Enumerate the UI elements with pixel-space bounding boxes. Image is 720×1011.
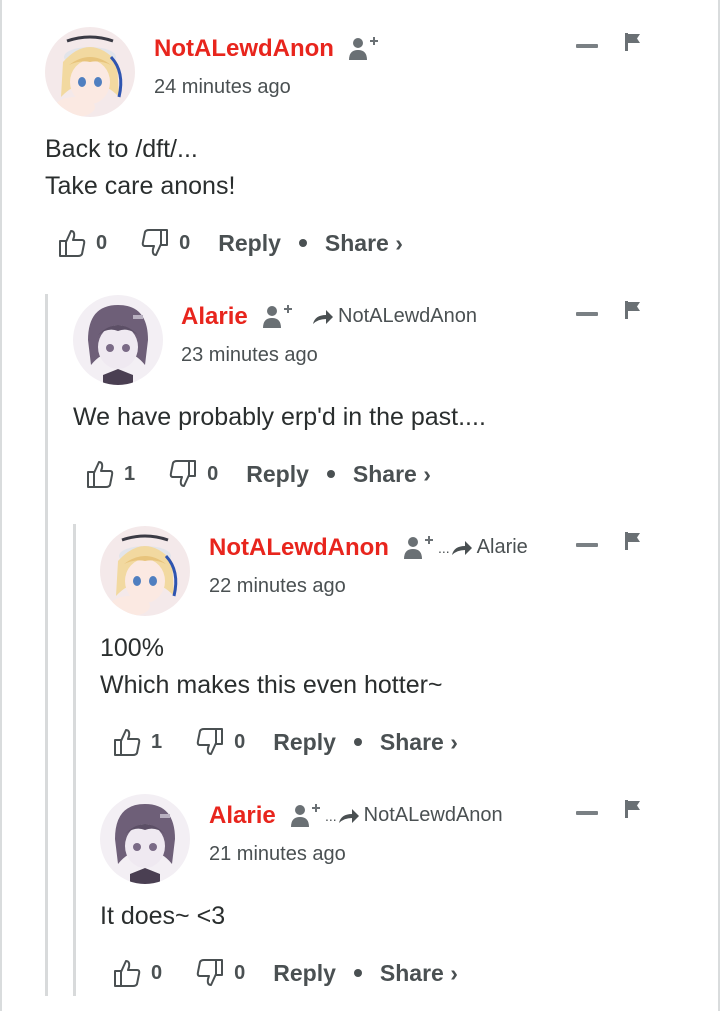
reply-button[interactable]: Reply (246, 461, 309, 488)
upvote-count: 0 (151, 961, 163, 984)
reply-arrow-icon (338, 808, 359, 823)
downvote-button[interactable]: 0 (169, 459, 218, 489)
downvote-button[interactable]: 0 (196, 727, 245, 757)
downvote-count: 0 (207, 462, 219, 485)
downvote-count: 0 (234, 961, 246, 984)
upvote-count: 0 (96, 231, 108, 254)
comment-actions: 0 0 Reply Share › (58, 226, 403, 260)
flag-icon[interactable] (625, 532, 641, 550)
reply-to-name: Alarie (476, 536, 528, 558)
avatar[interactable] (73, 295, 163, 385)
upvote-count: 1 (151, 730, 163, 753)
author-name[interactable]: NotALewdAnon (154, 35, 334, 63)
reply-to[interactable]: NotALewdAnon (312, 305, 477, 328)
follow-user-icon[interactable] (403, 533, 433, 561)
downvote-button[interactable]: 0 (141, 228, 190, 258)
comment-line: 100% (100, 634, 164, 662)
comment-line: We have probably erp'd in the past.... (73, 403, 486, 431)
follow-user-icon[interactable] (262, 302, 292, 330)
frame-border-left (0, 0, 2, 1011)
comment-body: We have probably erp'd in the past.... (73, 399, 486, 436)
collapse-icon[interactable] (576, 44, 598, 48)
comment-body: It does~ <3 (100, 898, 225, 935)
downvote-count: 0 (179, 231, 191, 254)
reply-to-name: NotALewdAnon (338, 305, 477, 327)
share-button[interactable]: Share › (380, 960, 458, 987)
collapse-icon[interactable] (576, 811, 598, 815)
comment-body: Back to /dft/... Take care anons! (45, 131, 235, 205)
author-name[interactable]: NotALewdAnon (209, 534, 389, 562)
flag-icon[interactable] (625, 33, 641, 51)
timestamp[interactable]: 24 minutes ago (154, 76, 291, 99)
author-name[interactable]: Alarie (209, 802, 276, 830)
comment-line: Take care anons! (45, 172, 236, 200)
avatar[interactable] (45, 27, 135, 117)
flag-icon[interactable] (625, 301, 641, 319)
thumbs-down-icon (196, 959, 224, 986)
thumbs-up-icon (59, 230, 86, 257)
reply-button[interactable]: Reply (273, 729, 336, 756)
downvote-button[interactable]: 0 (196, 958, 245, 988)
thumbs-down-icon (196, 728, 224, 755)
comment-actions: 1 0 Reply Share › (86, 457, 431, 491)
comment-actions: 0 0 Reply Share › (113, 956, 458, 990)
reply-to-name: NotALewdAnon (363, 804, 503, 826)
upvote-button[interactable]: 0 (58, 228, 107, 258)
thumbs-up-icon (114, 960, 141, 987)
upvote-button[interactable]: 1 (86, 459, 135, 489)
share-button[interactable]: Share › (380, 729, 458, 756)
avatar[interactable] (100, 526, 190, 616)
upvote-button[interactable]: 0 (113, 958, 162, 988)
reply-to[interactable]: ... Alarie (438, 536, 528, 559)
flag-icon[interactable] (625, 800, 641, 818)
timestamp[interactable]: 21 minutes ago (209, 843, 346, 866)
thumbs-down-icon (141, 229, 169, 256)
upvote-button[interactable]: 1 (113, 727, 162, 757)
collapse-icon[interactable] (576, 543, 598, 547)
thumbs-up-icon (87, 461, 114, 488)
comment-line: Which makes this even hotter~ (100, 671, 443, 699)
thumbs-up-icon (114, 729, 141, 756)
author-name[interactable]: Alarie (181, 303, 248, 331)
share-button[interactable]: Share › (353, 461, 431, 488)
separator-dot (353, 969, 362, 977)
share-button[interactable]: Share › (325, 230, 403, 257)
timestamp[interactable]: 23 minutes ago (181, 344, 318, 367)
follow-user-icon[interactable] (290, 801, 320, 829)
reply-to[interactable]: ... NotALewdAnon (325, 804, 503, 827)
follow-user-icon[interactable] (348, 34, 378, 62)
comment-actions: 1 0 Reply Share › (113, 725, 458, 759)
comment-body: 100% Which makes this even hotter~ (100, 630, 443, 704)
reply-button[interactable]: Reply (273, 960, 336, 987)
thread-line-level-2[interactable] (73, 524, 76, 996)
upvote-count: 1 (124, 462, 136, 485)
separator-dot (326, 470, 335, 478)
avatar[interactable] (100, 794, 190, 884)
timestamp[interactable]: 22 minutes ago (209, 575, 346, 598)
comment-line: It does~ <3 (100, 902, 226, 930)
thumbs-down-icon (169, 460, 197, 487)
comment-line: Back to /dft/... (45, 135, 198, 163)
reply-button[interactable]: Reply (218, 230, 281, 257)
reply-arrow-icon (313, 309, 333, 324)
downvote-count: 0 (234, 730, 246, 753)
separator-dot (353, 738, 362, 746)
reply-arrow-icon (451, 540, 472, 555)
separator-dot (298, 239, 307, 247)
thread-line-level-1[interactable] (45, 294, 48, 996)
collapse-icon[interactable] (576, 312, 598, 316)
